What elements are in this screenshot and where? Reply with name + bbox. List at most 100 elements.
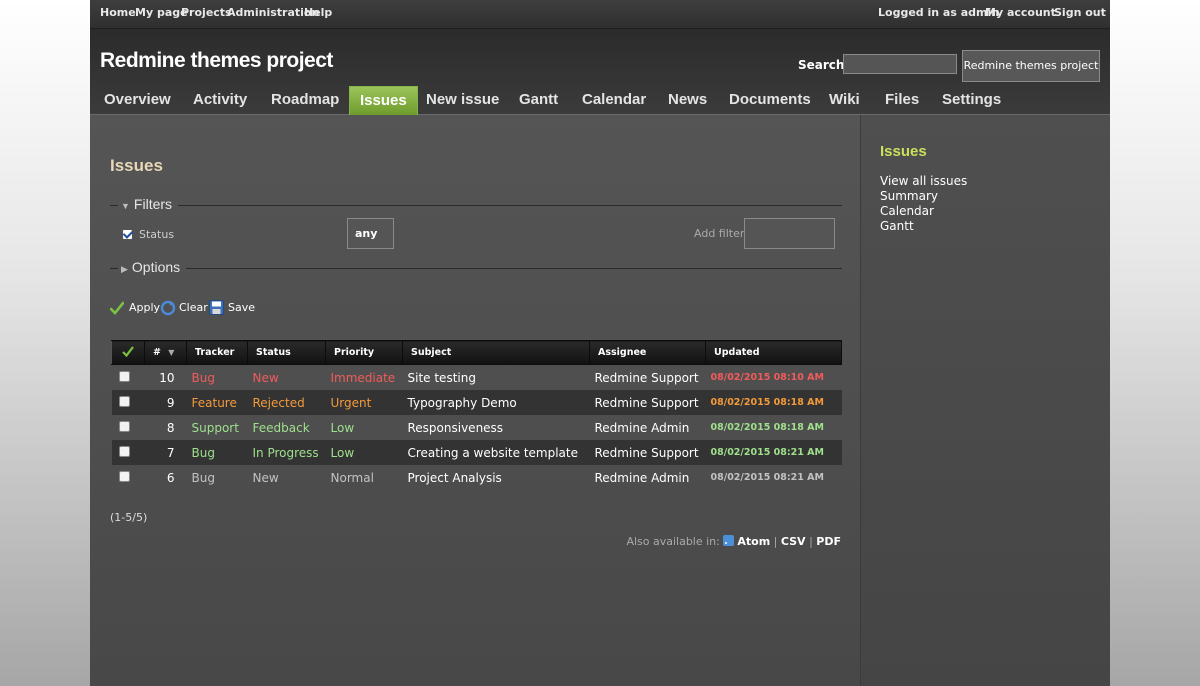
issue-tracker: Feature <box>186 390 248 415</box>
issue-status: New <box>252 370 279 385</box>
row-checkbox-cell <box>112 465 145 490</box>
tab-files[interactable]: Files <box>885 86 919 114</box>
column-status[interactable]: Status <box>247 340 326 365</box>
export-csv-link[interactable]: CSV <box>781 535 806 548</box>
clear-link[interactable]: Clear <box>179 301 208 314</box>
issue-assignee-link[interactable]: Redmine Support <box>589 440 706 465</box>
export-atom-link[interactable]: Atom <box>737 535 770 548</box>
tab-roadmap[interactable]: Roadmap <box>271 86 339 114</box>
sidebar-link-gantt[interactable]: Gantt <box>880 219 967 234</box>
top-menu-home[interactable]: Home <box>100 6 136 19</box>
filters-legend[interactable]: ▼ Filters <box>121 196 172 212</box>
options-legend[interactable]: ▶ Options <box>121 259 180 275</box>
toggle-all-column[interactable] <box>111 340 145 365</box>
sign-out-link[interactable]: Sign out <box>1054 6 1106 19</box>
export-pdf-link[interactable]: PDF <box>816 535 841 548</box>
also-available-label: Also available in: <box>626 535 720 548</box>
issue-id[interactable]: 8 <box>145 415 187 440</box>
issue-tracker: Bug <box>186 440 248 465</box>
main-menu-tabs: Overview Activity Roadmap Issues New iss… <box>90 84 1110 115</box>
separator: | <box>773 535 781 548</box>
row-checkbox[interactable] <box>118 470 130 482</box>
issue-subject-link[interactable]: Creating a website template <box>402 440 590 465</box>
row-checkbox[interactable] <box>118 395 130 407</box>
issue-assignee-link[interactable]: Redmine Support <box>590 365 706 391</box>
sidebar-link-summary[interactable]: Summary <box>880 189 967 204</box>
row-checkbox-cell <box>112 415 145 440</box>
save-link[interactable]: Save <box>228 301 255 314</box>
tab-calendar[interactable]: Calendar <box>582 86 646 114</box>
tab-gantt[interactable]: Gantt <box>519 86 558 114</box>
checkmark-icon <box>110 301 124 315</box>
status-filter-label: Status <box>139 228 175 241</box>
issue-priority: Urgent <box>325 390 403 415</box>
issue-id[interactable]: 10 <box>145 365 187 391</box>
project-jump-select[interactable]: Redmine themes project <box>962 50 1100 82</box>
row-checkbox-cell <box>112 365 145 391</box>
add-filter-select[interactable] <box>744 218 835 249</box>
table-row[interactable]: 8 Support Feedback Low Responsiveness Redmine… <box>112 415 842 440</box>
issue-status: Rejected <box>247 390 326 415</box>
chevron-down-icon: ▼ <box>121 201 130 211</box>
add-filter-label: Add filter <box>694 227 745 240</box>
table-row[interactable]: 6 Bug New Normal Project Analysis Redmine Adm… <box>112 465 842 490</box>
logged-in-label: Logged in as <box>878 6 957 19</box>
tab-documents[interactable]: Documents <box>729 86 811 114</box>
issue-assignee-link[interactable]: Redmine Support <box>589 390 706 415</box>
issue-priority: Low <box>325 440 403 465</box>
issue-assignee-link[interactable]: Redmine Admin <box>590 465 706 490</box>
issue-subject-link[interactable]: Project Analysis <box>403 465 590 490</box>
apply-link[interactable]: Apply <box>129 301 160 314</box>
table-row[interactable]: 9 Feature Rejected Urgent Typography Demo Red… <box>111 390 842 415</box>
issue-tracker: Bug <box>191 370 215 385</box>
sidebar-link-calendar[interactable]: Calendar <box>880 204 967 219</box>
tab-wiki[interactable]: Wiki <box>829 86 860 114</box>
column-tracker[interactable]: Tracker <box>186 340 248 365</box>
issue-assignee-link[interactable]: Redmine Admin <box>590 415 706 440</box>
tab-issues[interactable]: Issues <box>349 86 418 115</box>
issue-updated: 08/02/2015 08:10 AM <box>710 372 824 383</box>
checkmark-icon <box>122 345 134 357</box>
tab-settings[interactable]: Settings <box>942 86 1001 114</box>
column-subject[interactable]: Subject <box>402 340 590 365</box>
column-id[interactable]: # ▼ <box>144 340 187 365</box>
table-row[interactable]: 10 Bug New Immediate Site testing Redmine Sup… <box>112 365 842 391</box>
page: Home My page Projects Administration Hel… <box>90 0 1110 686</box>
status-operator-select[interactable]: any <box>347 218 394 249</box>
tab-overview[interactable]: Overview <box>104 86 171 114</box>
issue-updated: 08/02/2015 08:18 AM <box>710 422 824 433</box>
tab-new-issue[interactable]: New issue <box>426 86 499 114</box>
top-menu-my-page[interactable]: My page <box>135 6 188 19</box>
issue-subject-link[interactable]: Responsiveness <box>403 415 590 440</box>
top-menu-projects[interactable]: Projects <box>181 6 232 19</box>
column-assignee[interactable]: Assignee <box>589 340 706 365</box>
table-row[interactable]: 7 Bug In Progress Low Creating a website tem… <box>111 440 842 465</box>
search-label: Search: <box>798 58 850 72</box>
search-input[interactable] <box>843 54 957 74</box>
page-title: Issues <box>110 156 163 175</box>
tab-activity[interactable]: Activity <box>193 86 247 114</box>
issue-id[interactable]: 9 <box>144 390 187 415</box>
row-checkbox[interactable] <box>118 420 130 432</box>
filters-divider <box>178 205 842 206</box>
column-updated[interactable]: Updated <box>705 340 842 365</box>
column-priority[interactable]: Priority <box>325 340 403 365</box>
top-menu-help[interactable]: Help <box>304 6 332 19</box>
issue-priority: Normal <box>330 470 374 485</box>
issue-updated: 08/02/2015 08:18 AM <box>705 390 842 415</box>
column-id-label: # <box>153 347 161 358</box>
issue-tracker: Support <box>191 420 239 435</box>
issue-subject-link[interactable]: Typography Demo <box>402 390 590 415</box>
tab-news[interactable]: News <box>668 86 707 114</box>
issue-priority: Low <box>330 420 355 435</box>
my-account-link[interactable]: My account <box>985 6 1056 19</box>
sidebar-link-view-all-issues[interactable]: View all issues <box>880 174 967 189</box>
issue-id[interactable]: 7 <box>144 440 187 465</box>
status-filter-checkbox[interactable] <box>122 229 133 240</box>
issues-table-body: 10 Bug New Immediate Site testing Redmine Sup… <box>111 365 842 491</box>
issue-id[interactable]: 6 <box>145 465 187 490</box>
row-checkbox[interactable] <box>118 445 130 457</box>
issue-subject-link[interactable]: Site testing <box>403 365 590 391</box>
row-checkbox[interactable] <box>118 370 130 382</box>
pagination-info: (1-5/5) <box>110 511 148 524</box>
